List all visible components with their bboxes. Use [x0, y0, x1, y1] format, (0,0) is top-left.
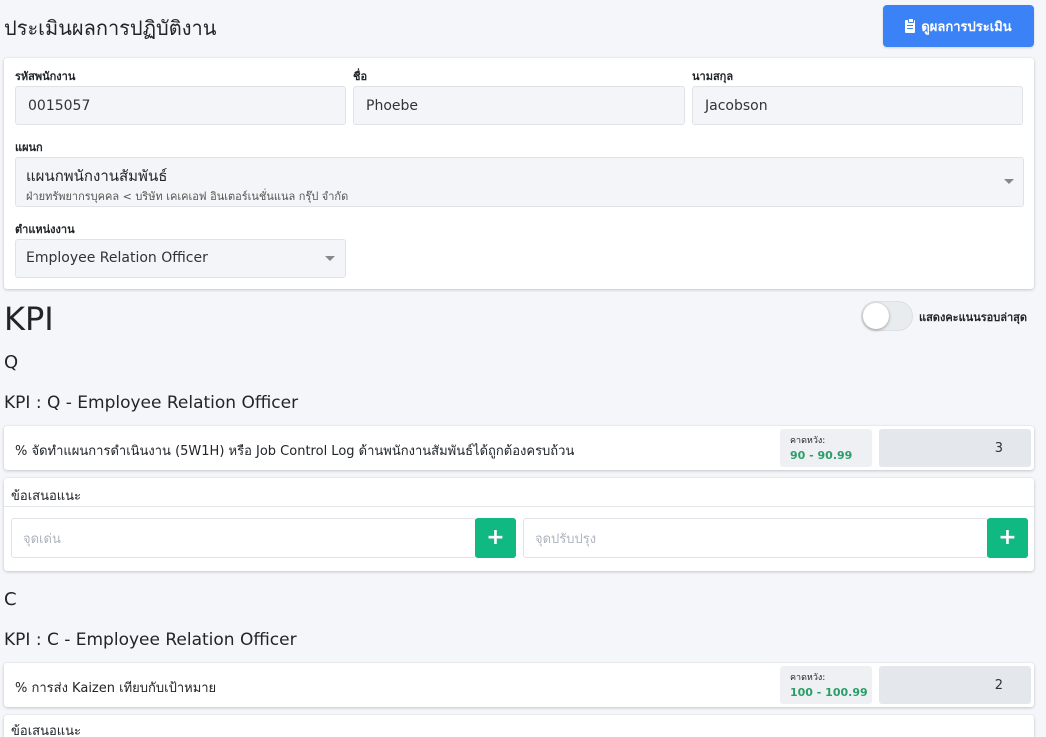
kpi-item-q: % จัดทำแผนการดำเนินงาน (5W1H) หรือ Job C…	[4, 426, 1034, 470]
expected-range: 100 - 100.99	[790, 686, 868, 699]
last-name-field[interactable]: Jacobson	[692, 86, 1023, 125]
suggestion-title: ข้อเสนอแนะ	[11, 489, 82, 504]
kpi-item-q-text: % จัดทำแผนการดำเนินงาน (5W1H) หรือ Job C…	[15, 444, 575, 459]
latest-score-toggle-label: แสดงคะแนนรอบล่าสุด	[919, 311, 1027, 324]
employee-id-label: รหัสพนักงาน	[15, 70, 76, 83]
divider	[4, 506, 1034, 507]
last-name-label: นามสกุล	[692, 70, 734, 83]
chevron-down-icon	[1004, 179, 1014, 184]
section-q-title: KPI : Q - Employee Relation Officer	[4, 393, 299, 413]
section-c-letter: C	[4, 589, 17, 610]
position-label: ตำแหน่งงาน	[15, 223, 75, 236]
add-strength-button[interactable]: +	[475, 518, 516, 558]
clipboard-icon	[905, 17, 916, 33]
improvement-input[interactable]: จุดปรับปรุง	[523, 518, 988, 558]
employee-id-field[interactable]: 0015057	[15, 86, 346, 125]
expected-box: คาดหวัง: 100 - 100.99	[780, 666, 872, 704]
suggestion-card-q: ข้อเสนอแนะ จุดเด่น + จุดปรับปรุง +	[4, 478, 1034, 571]
score-field[interactable]: 3	[879, 429, 1031, 467]
suggestion-title: ข้อเสนอแนะ	[11, 724, 82, 737]
toggle-knob	[863, 303, 889, 329]
section-q-letter: Q	[4, 352, 19, 373]
strength-input[interactable]: จุดเด่น	[11, 518, 476, 558]
expected-label: คาดหวัง:	[790, 436, 826, 446]
expected-box: คาดหวัง: 90 - 90.99	[780, 429, 872, 467]
kpi-heading: KPI	[4, 300, 54, 338]
expected-range: 90 - 90.99	[790, 449, 853, 462]
suggestion-card-c: ข้อเสนอแนะ	[4, 715, 1034, 737]
kpi-item-c-text: % การส่ง Kaizen เทียบกับเป้าหมาย	[15, 681, 217, 696]
position-select[interactable]: Employee Relation Officer	[15, 239, 346, 278]
chevron-down-icon	[325, 256, 335, 261]
view-results-button[interactable]: ดูผลการประเมิน	[883, 5, 1034, 47]
position-value: Employee Relation Officer	[26, 250, 208, 266]
view-results-label: ดูผลการประเมิน	[921, 19, 1012, 35]
expected-label: คาดหวัง:	[790, 673, 826, 683]
employee-info-card: รหัสพนักงาน 0015057 ชื่อ Phoebe นามสกุล …	[4, 58, 1034, 289]
department-path: ฝ่ายทรัพยากรบุคคล < บริษัท เคเคเอฟ อินเต…	[26, 190, 349, 203]
first-name-label: ชื่อ	[353, 70, 368, 83]
department-label: แผนก	[15, 141, 43, 154]
kpi-item-c: % การส่ง Kaizen เทียบกับเป้าหมาย คาดหวัง…	[4, 663, 1034, 707]
first-name-field[interactable]: Phoebe	[353, 86, 685, 125]
department-value: แผนกพนักงานสัมพันธ์	[26, 167, 168, 185]
page-title: ประเมินผลการปฏิบัติงาน	[4, 16, 217, 40]
page-header: ประเมินผลการปฏิบัติงาน ดูผลการประเมิน	[0, 0, 1046, 56]
latest-score-toggle[interactable]	[861, 301, 913, 331]
section-c-title: KPI : C - Employee Relation Officer	[4, 630, 297, 650]
score-field[interactable]: 2	[879, 666, 1031, 704]
department-select[interactable]: แผนกพนักงานสัมพันธ์ ฝ่ายทรัพยากรบุคคล < …	[15, 157, 1024, 207]
add-improvement-button[interactable]: +	[987, 518, 1028, 558]
